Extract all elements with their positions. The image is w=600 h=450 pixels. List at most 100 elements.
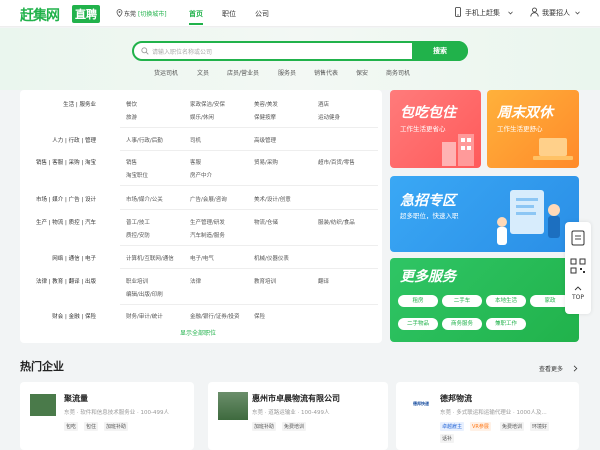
category-name[interactable]: 网络 | 通信 | 电子	[20, 254, 96, 262]
category-item[interactable]: 机械/仪器仪表	[254, 254, 289, 262]
hot-search-link[interactable]: 文员	[197, 68, 209, 77]
hot-search-link[interactable]: 保安	[356, 68, 368, 77]
company-card[interactable]: 惠州市卓晨物流有限公司 东莞 · 道路运输业 · 100-499人 加班补助 免…	[208, 382, 388, 450]
back-to-top-button[interactable]: TOP	[565, 294, 591, 301]
category-item[interactable]: 法律	[190, 277, 201, 285]
logo-tag[interactable]: 直聘	[72, 5, 100, 23]
category-item[interactable]: 旅游	[126, 113, 137, 121]
category-item[interactable]: 餐饮	[126, 100, 137, 108]
service-button[interactable]: 二手物品	[398, 318, 438, 330]
divider	[120, 304, 378, 305]
category-item[interactable]: 编辑/出版/印刷	[126, 290, 163, 298]
category-item[interactable]: 高级管理	[254, 136, 276, 144]
category-item[interactable]: 超市/百货/零售	[318, 158, 355, 166]
category-name[interactable]: 财会 | 金融 | 保险	[20, 312, 96, 320]
category-item[interactable]: 翻译	[318, 277, 329, 285]
service-button[interactable]: 家政	[530, 295, 570, 307]
service-button[interactable]: 租房	[398, 295, 438, 307]
company-logo	[30, 394, 56, 416]
company-tag: 话补	[440, 434, 455, 443]
category-item[interactable]: 市场/媒介/公关	[126, 195, 163, 203]
card-title: 包吃包住	[400, 105, 456, 121]
mobile-app-link[interactable]: 手机上赶集	[465, 8, 500, 18]
job-category-panel: 生活 | 服务业 餐饮 家政保洁/安保 美容/美发 酒店 旅游 娱乐/休闲 保健…	[20, 90, 382, 343]
floating-toolbar: TOP	[565, 222, 591, 314]
category-name[interactable]: 生活 | 服务业	[20, 100, 96, 108]
category-item[interactable]: 服装/纺织/食品	[318, 218, 355, 226]
category-item[interactable]: 房产中介	[190, 171, 212, 179]
service-button[interactable]: 商务服务	[442, 318, 482, 330]
service-button[interactable]: 兼职工作	[486, 318, 526, 330]
category-item[interactable]: 计算机/互联网/通信	[126, 254, 174, 262]
category-name[interactable]: 法律 | 教育 | 翻译 | 出版	[20, 277, 96, 285]
chevron-up-icon	[574, 286, 582, 291]
category-item[interactable]: 金融/银行/证券/投资	[190, 312, 240, 320]
promo-card-weekend-off[interactable]: 周末双休 工作生活更舒心	[487, 90, 579, 168]
category-item[interactable]: 客服	[190, 158, 201, 166]
category-item[interactable]: 物流/仓储	[254, 218, 278, 226]
search-button[interactable]: 搜索	[412, 41, 468, 61]
category-item[interactable]: 教育培训	[254, 277, 276, 285]
see-more-link[interactable]: 查看更多	[539, 364, 563, 373]
category-item[interactable]: 家政保洁/安保	[190, 100, 225, 108]
category-item[interactable]: 广告/会展/咨询	[190, 195, 227, 203]
category-name[interactable]: 市场 | 媒介 | 广告 | 设计	[20, 195, 96, 203]
recruiter-icon	[530, 7, 539, 17]
card-title: 急招专区	[400, 193, 456, 209]
category-item[interactable]: 电子/电气	[190, 254, 214, 262]
promo-card-urgent-hiring[interactable]: 急招专区 超多职位，快速入职	[390, 176, 579, 252]
category-item[interactable]: 人事/行政/后勤	[126, 136, 163, 144]
category-item[interactable]: 司机	[190, 136, 201, 144]
hot-search-link[interactable]: 销售代表	[314, 68, 338, 77]
card-title: 周末双休	[497, 105, 553, 121]
nav-home[interactable]: 首页	[189, 9, 203, 19]
company-tag: 包住	[84, 422, 99, 431]
service-button[interactable]: 二手车	[442, 295, 482, 307]
category-item[interactable]: 销售	[126, 158, 137, 166]
people-illustration	[497, 190, 560, 245]
nav-jobs[interactable]: 职位	[222, 9, 236, 19]
category-name[interactable]: 销售 | 客服 | 采购 | 淘宝	[20, 158, 96, 166]
category-item[interactable]: 财务/审计/统计	[126, 312, 163, 320]
category-item[interactable]: 娱乐/休闲	[190, 113, 214, 121]
category-item[interactable]: 汽车制造/服务	[190, 231, 225, 239]
resume-icon[interactable]	[571, 230, 585, 246]
company-card[interactable]: 聚流量 东莞 · 软件和信息技术服务业 · 100-499人 包吃 包住 加班补…	[20, 382, 194, 450]
category-item[interactable]: 保健按摩	[254, 113, 276, 121]
category-item[interactable]: 美容/美发	[254, 100, 278, 108]
service-button[interactable]: 本地生活	[486, 295, 526, 307]
category-name[interactable]: 人力 | 行政 | 管理	[20, 136, 96, 144]
category-item[interactable]: 职业培训	[126, 277, 148, 285]
category-item[interactable]: 质控/安防	[126, 231, 150, 239]
company-meta: 东莞 · 道路运输业 · 100-499人	[252, 410, 330, 416]
category-item[interactable]: 生产管理/研发	[190, 218, 225, 226]
hot-search-link[interactable]: 商务司机	[386, 68, 410, 77]
search-input[interactable]: 请输入职位名称或公司	[152, 47, 212, 56]
show-all-jobs-link[interactable]: 显示全部职位	[180, 328, 216, 337]
category-item[interactable]: 淘宝职位	[126, 171, 148, 179]
category-name[interactable]: 生产 | 物流 | 质控 | 汽车	[20, 218, 96, 226]
switch-city-link[interactable]: [切换城市]	[138, 11, 167, 18]
card-subtitle: 超多职位，快速入职	[400, 212, 459, 220]
category-item[interactable]: 保险	[254, 312, 265, 320]
category-item[interactable]: 运动健身	[318, 113, 340, 121]
search-bar: 请输入职位名称或公司 搜索	[132, 41, 468, 61]
company-card[interactable]: 德邦快递 德邦物流 东莞 · 多式联运和运输代理业 · 1000人及... 卓越…	[396, 382, 579, 450]
category-item[interactable]: 贸易/采购	[254, 158, 278, 166]
qr-code-icon[interactable]	[570, 258, 586, 274]
nav-companies[interactable]: 公司	[255, 9, 269, 19]
category-item[interactable]: 普工/技工	[126, 218, 150, 226]
promo-card-board-lodging[interactable]: 包吃包住 工作生活更省心	[390, 90, 481, 168]
company-tag: 加班补助	[104, 422, 129, 431]
category-item[interactable]: 酒店	[318, 100, 329, 108]
company-tag: 加班补助	[252, 422, 277, 431]
post-job-link[interactable]: 我要招人	[542, 8, 570, 18]
hot-search-link[interactable]: 店员/营业员	[227, 68, 259, 77]
hot-search-link[interactable]: 货运司机	[154, 68, 178, 77]
section-title: 热门企业	[20, 360, 64, 373]
divider	[120, 127, 378, 128]
category-item[interactable]: 美术/设计/创意	[254, 195, 291, 203]
site-logo[interactable]: 赶集网	[20, 5, 60, 25]
hot-search-link[interactable]: 服务员	[278, 68, 296, 77]
card-title: 更多服务	[400, 269, 456, 285]
